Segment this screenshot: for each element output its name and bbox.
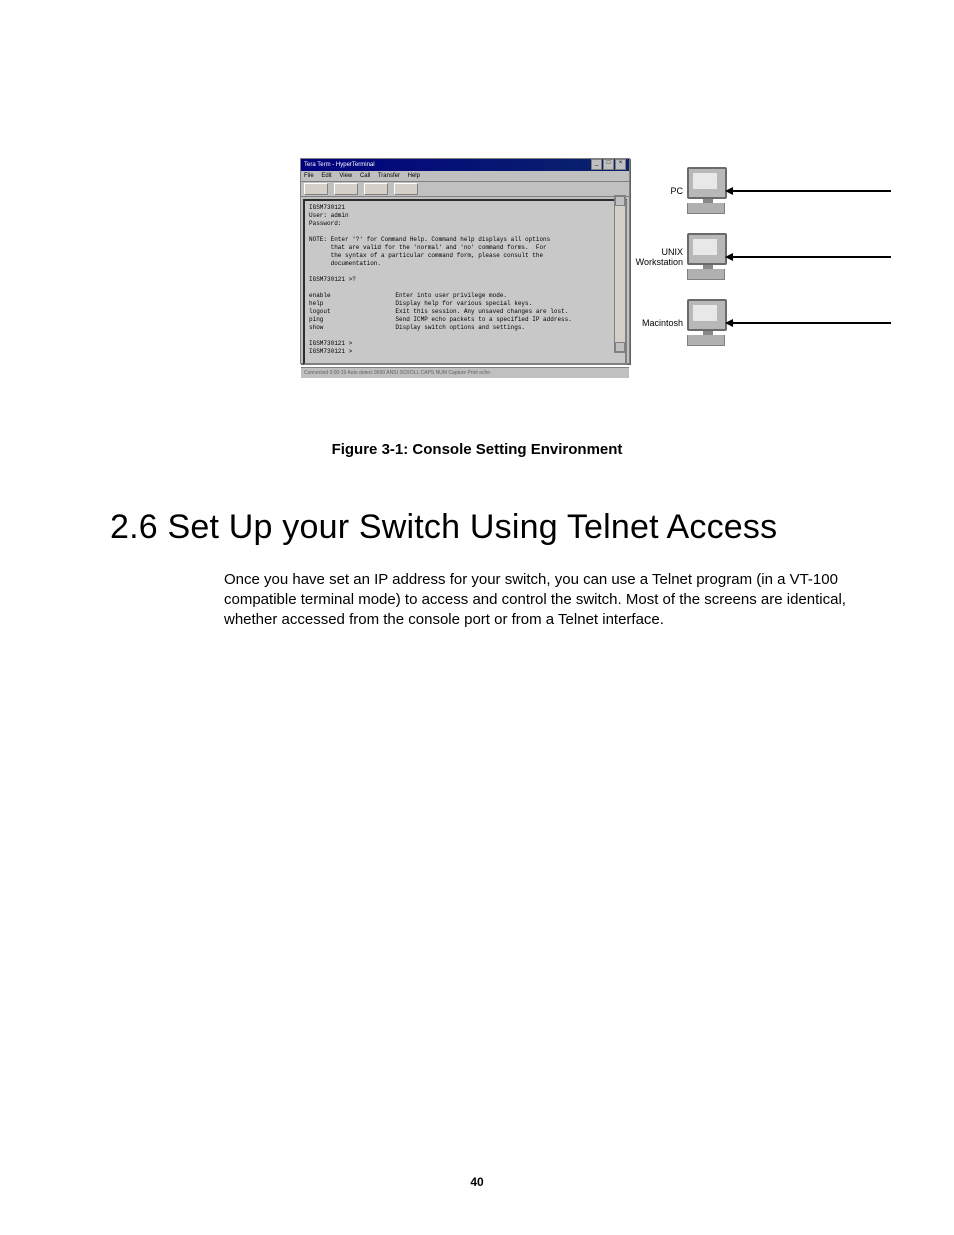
toolbar-btn bbox=[304, 183, 328, 195]
minimize-icon: _ bbox=[591, 159, 602, 170]
arrow-line-icon bbox=[731, 190, 891, 192]
arrow-line-icon bbox=[731, 322, 891, 324]
client-label-mac: Macintosh bbox=[635, 318, 687, 328]
client-diagram: PC UNIX Workstation Macintosh bbox=[635, 158, 895, 364]
window-controls: _ □ × bbox=[591, 159, 626, 171]
scroll-up-icon bbox=[615, 196, 625, 206]
section-heading: 2.6 Set Up your Switch Using Telnet Acce… bbox=[110, 508, 777, 547]
arrow-line-icon bbox=[731, 256, 891, 258]
scroll-down-icon bbox=[615, 342, 625, 352]
close-icon: × bbox=[615, 159, 626, 170]
computer-icon bbox=[687, 233, 729, 281]
document-page: Tera Term - HyperTerminal _ □ × File Edi… bbox=[0, 0, 954, 1235]
toolbar-btn bbox=[394, 183, 418, 195]
toolbar-btn bbox=[334, 183, 358, 195]
computer-icon bbox=[687, 299, 729, 347]
menu-view: View bbox=[339, 173, 352, 179]
terminal-output: IGSM730121 User: admin Password: NOTE: E… bbox=[303, 199, 627, 365]
menu-help: Help bbox=[408, 173, 420, 179]
menu-transfer: Transfer bbox=[378, 173, 400, 179]
window-title: Tera Term - HyperTerminal bbox=[304, 159, 375, 171]
figure-caption: Figure 3-1: Console Setting Environment bbox=[0, 441, 954, 458]
client-unix: UNIX Workstation bbox=[635, 224, 895, 290]
statusbar: Connected 0:00:19 Auto detect 9600 ANSI … bbox=[301, 367, 629, 378]
vertical-scrollbar bbox=[614, 195, 626, 353]
figure-console-environment: Tera Term - HyperTerminal _ □ × File Edi… bbox=[300, 158, 900, 368]
page-number: 40 bbox=[0, 1175, 954, 1189]
toolbar-btn bbox=[364, 183, 388, 195]
menu-file: File bbox=[304, 173, 314, 179]
menu-call: Call bbox=[360, 173, 370, 179]
client-mac: Macintosh bbox=[635, 290, 895, 356]
toolbar bbox=[301, 182, 629, 197]
maximize-icon: □ bbox=[603, 159, 614, 170]
menu-edit: Edit bbox=[321, 173, 331, 179]
window-titlebar: Tera Term - HyperTerminal _ □ × bbox=[301, 159, 629, 171]
client-pc: PC bbox=[635, 158, 895, 224]
hyperterminal-window: Tera Term - HyperTerminal _ □ × File Edi… bbox=[300, 158, 630, 364]
section-body: Once you have set an IP address for your… bbox=[224, 570, 852, 630]
computer-icon bbox=[687, 167, 729, 215]
menubar: File Edit View Call Transfer Help bbox=[301, 171, 629, 182]
client-label-unix: UNIX Workstation bbox=[635, 247, 687, 267]
client-label-pc: PC bbox=[635, 186, 687, 196]
